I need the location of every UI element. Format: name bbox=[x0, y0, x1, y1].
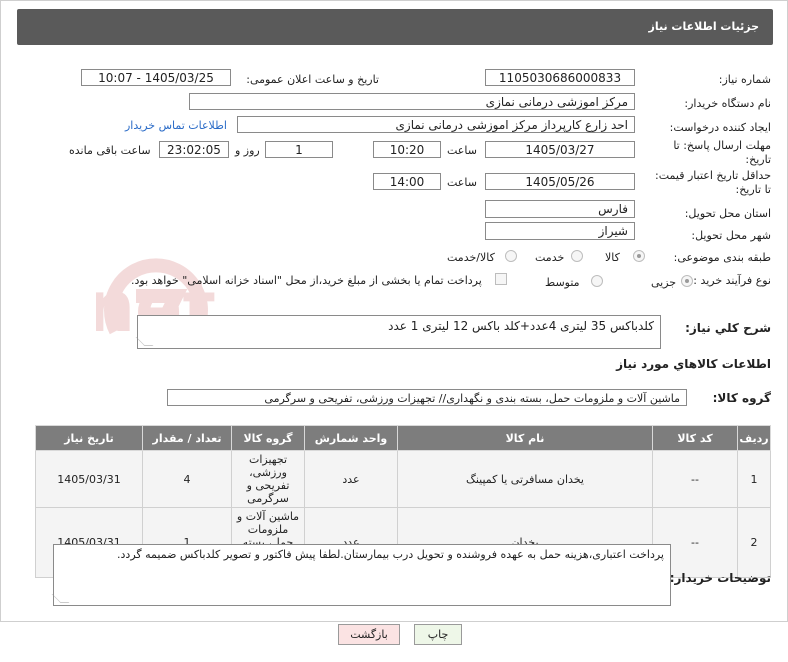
need-number-field: 1105030686000833 bbox=[485, 69, 635, 86]
cell-row: 1 bbox=[737, 450, 771, 508]
remaining-label: ساعت باقی مانده bbox=[69, 144, 151, 157]
deadline-date-field: 1405/03/27 bbox=[485, 141, 635, 158]
col-qty: تعداد / مقدار bbox=[142, 425, 232, 451]
resize-grip-icon[interactable] bbox=[135, 337, 154, 346]
panel-title: جزئیات اطلاعات نیاز bbox=[648, 20, 760, 33]
cell-name: یخدان مسافرتی یا کمپینگ bbox=[397, 450, 653, 508]
province-field: فارس bbox=[485, 200, 635, 218]
category-radio-goods-service[interactable] bbox=[505, 250, 517, 262]
announce-field: 1405/03/25 - 10:07 bbox=[81, 69, 231, 86]
buyer-notes-text: پرداخت اعتباری،هزینه حمل به عهده فروشنده… bbox=[117, 548, 664, 561]
category-radio-service[interactable] bbox=[571, 250, 583, 262]
col-date: تاریخ نیاز bbox=[35, 425, 143, 451]
validity-time-field: 14:00 bbox=[373, 173, 441, 190]
col-code: کد کالا bbox=[652, 425, 738, 451]
validity-label-2: تا تاریخ: bbox=[735, 183, 771, 196]
cell-date: 1405/03/31 bbox=[35, 450, 143, 508]
deadline-label-2: تاریخ: bbox=[745, 153, 771, 166]
col-name: نام کالا bbox=[397, 425, 653, 451]
process-radio-medium[interactable] bbox=[591, 275, 603, 287]
panel-header: جزئیات اطلاعات نیاز bbox=[17, 9, 773, 45]
process-label: نوع فرآیند خرید : bbox=[693, 274, 771, 287]
validity-time-label: ساعت bbox=[447, 176, 477, 189]
deadline-label-1: مهلت ارسال پاسخ: تا bbox=[673, 139, 771, 152]
buyer-org-field: مرکز اموزشی درمانی نمازی bbox=[189, 93, 635, 110]
creator-label: ایجاد کننده درخواست: bbox=[669, 121, 771, 134]
deadline-time-label: ساعت bbox=[447, 144, 477, 157]
goods-group-field: ماشین آلات و ملزومات حمل، بسته بندی و نگ… bbox=[167, 389, 687, 406]
table-header-row: رديف کد کالا نام کالا واحد شمارش گروه کا… bbox=[35, 425, 771, 451]
category-option-service: خدمت bbox=[535, 251, 565, 264]
deadline-time-field: 10:20 bbox=[373, 141, 441, 158]
creator-field: احد زارع کارپرداز مرکز اموزشی درمانی نما… bbox=[237, 116, 635, 133]
details-panel: جزئیات اطلاعات نیاز AriaTender.net شماره… bbox=[0, 0, 788, 622]
cell-group: تجهیزات ورزشی، تفریحی و سرگرمی bbox=[231, 450, 305, 508]
treasury-checkbox[interactable] bbox=[495, 273, 507, 285]
col-group: گروه کالا bbox=[231, 425, 305, 451]
validity-label-1: حداقل تاریخ اعتبار قیمت: bbox=[655, 169, 771, 182]
category-option-goods: کالا bbox=[605, 251, 620, 264]
announce-label: تاریخ و ساعت اعلان عمومی: bbox=[246, 73, 379, 86]
process-radio-minor[interactable] bbox=[681, 275, 693, 287]
cell-unit: عدد bbox=[304, 450, 398, 508]
process-option-minor: جزیی bbox=[651, 276, 677, 289]
print-button[interactable]: چاپ bbox=[414, 624, 462, 645]
col-unit: واحد شمارش bbox=[304, 425, 398, 451]
buyer-notes-textarea[interactable]: پرداخت اعتباری،هزینه حمل به عهده فروشنده… bbox=[51, 544, 671, 606]
summary-textarea[interactable]: کلدباکس 35 لیتری 4عدد+کلد باکس 12 لیتری … bbox=[135, 315, 661, 349]
col-row: رديف bbox=[737, 425, 771, 451]
buyer-org-label: نام دستگاه خریدار: bbox=[684, 97, 771, 110]
validity-date-field: 1405/05/26 bbox=[485, 173, 635, 190]
buyer-notes-label: توضیحات خریدار: bbox=[669, 571, 771, 585]
days-field: 1 bbox=[265, 141, 333, 158]
cell-code: -- bbox=[652, 450, 738, 508]
back-button[interactable]: بازگشت bbox=[338, 624, 400, 645]
cell-row: 2 bbox=[737, 507, 771, 578]
category-radio-goods[interactable] bbox=[633, 250, 645, 262]
summary-label: شرح کلي نياز: bbox=[685, 321, 771, 335]
resize-grip-icon[interactable] bbox=[51, 594, 70, 603]
province-label: استان محل تحویل: bbox=[684, 207, 771, 220]
category-option-goods-service: کالا/خدمت bbox=[447, 251, 495, 264]
days-label: روز و bbox=[235, 144, 260, 157]
city-label: شهر محل تحویل: bbox=[691, 229, 771, 242]
process-option-medium: متوسط bbox=[545, 276, 580, 289]
summary-text: کلدباکس 35 لیتری 4عدد+کلد باکس 12 لیتری … bbox=[388, 319, 654, 333]
goods-group-label: گروه کالا: bbox=[712, 391, 771, 405]
table-row: 1 -- یخدان مسافرتی یا کمپینگ عدد تجهیزات… bbox=[35, 450, 771, 508]
city-field: شیراز bbox=[485, 222, 635, 240]
treasury-note: پرداخت تمام یا بخشی از مبلغ خرید،از محل … bbox=[131, 274, 482, 287]
category-label: طبقه بندی موضوعی: bbox=[673, 251, 771, 264]
need-number-label: شماره نیاز: bbox=[718, 73, 771, 86]
remaining-field: 23:02:05 bbox=[159, 141, 229, 158]
buyer-contact-link[interactable]: اطلاعات تماس خریدار bbox=[125, 119, 227, 132]
goods-info-title: اطلاعات کالاهاي مورد نياز bbox=[616, 357, 771, 371]
cell-qty: 4 bbox=[142, 450, 232, 508]
